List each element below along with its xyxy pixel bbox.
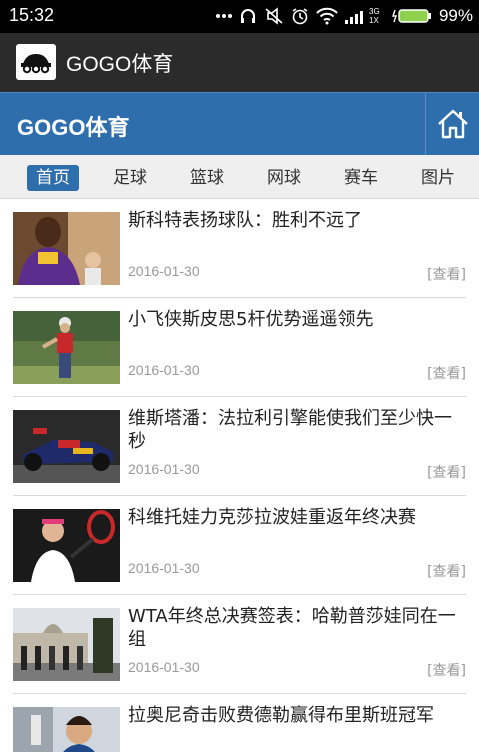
mute-icon	[264, 4, 284, 28]
tab-pictures[interactable]: 图片	[412, 165, 464, 191]
wifi-icon	[316, 4, 338, 28]
view-link[interactable]: [查看]	[427, 462, 466, 482]
signal-icon: 3G 1X	[344, 4, 385, 28]
status-icons: 3G 1X 99%	[215, 4, 473, 28]
app-bar: GOGO体育	[0, 33, 479, 92]
news-thumbnail	[13, 212, 120, 285]
tab-tennis[interactable]: 网球	[258, 165, 310, 191]
news-thumbnail	[13, 608, 120, 681]
list-item[interactable]: 科维托娃力克莎拉波娃重返年终决赛 2016-01-30 [查看]	[13, 496, 466, 595]
app-logo-icon	[16, 44, 56, 80]
network-label: 3G	[369, 7, 380, 16]
news-date: 2016-01-30	[128, 362, 200, 378]
view-link[interactable]: [查看]	[427, 561, 466, 581]
battery-percent: 99%	[438, 6, 473, 25]
tab-racing[interactable]: 赛车	[335, 165, 387, 191]
news-title: WTA年终总决赛签表：哈勒普莎娃同在一组	[128, 606, 456, 650]
list-item[interactable]: 维斯塔潘：法拉利引擎能使我们至少快一秒 2016-01-30 [查看]	[13, 397, 466, 496]
tab-basketball[interactable]: 篮球	[181, 165, 233, 191]
news-thumbnail	[13, 410, 120, 483]
home-button[interactable]	[425, 93, 479, 155]
news-date: 2016-01-30	[128, 263, 200, 279]
news-title: 科维托娃力克莎拉波娃重返年终决赛	[128, 507, 416, 528]
tab-football[interactable]: 足球	[104, 165, 156, 191]
list-item[interactable]: 小飞侠斯皮思5杆优势遥遥领先 2016-01-30 [查看]	[13, 298, 466, 397]
list-item[interactable]: 拉奥尼奇击败费德勒赢得布里斯班冠军	[13, 694, 466, 752]
dots-icon	[215, 4, 232, 28]
category-tabs: 首页 足球 篮球 网球 赛车 图片	[0, 155, 479, 199]
news-date: 2016-01-30	[128, 659, 200, 675]
network-sub: 1X	[369, 16, 379, 25]
site-header: GOGO体育	[0, 92, 479, 155]
news-thumbnail	[13, 311, 120, 384]
news-thumbnail	[13, 707, 120, 752]
view-link[interactable]: [查看]	[427, 363, 466, 383]
news-title: 小飞侠斯皮思5杆优势遥遥领先	[128, 309, 374, 330]
news-date: 2016-01-30	[128, 461, 200, 477]
list-item[interactable]: WTA年终总决赛签表：哈勒普莎娃同在一组 2016-01-30 [查看]	[13, 595, 466, 694]
status-bar: 15:32 3G 1X 99%	[0, 0, 479, 33]
battery-icon	[391, 4, 432, 28]
status-time: 15:32	[9, 5, 55, 25]
news-title: 拉奥尼奇击败费德勒赢得布里斯班冠军	[128, 705, 434, 726]
tab-home[interactable]: 首页	[27, 165, 79, 191]
app-title: GOGO体育	[66, 53, 174, 76]
view-link[interactable]: [查看]	[427, 660, 466, 680]
alarm-icon	[291, 4, 309, 28]
header-title: GOGO体育	[17, 115, 130, 140]
home-icon	[437, 109, 468, 139]
news-title: 维斯塔潘：法拉利引擎能使我们至少快一秒	[128, 408, 452, 452]
news-title: 斯科特表扬球队：胜利不远了	[128, 210, 362, 231]
news-date: 2016-01-30	[128, 560, 200, 576]
list-item[interactable]: 斯科特表扬球队：胜利不远了 2016-01-30 [查看]	[13, 199, 466, 298]
headset-icon	[239, 4, 257, 28]
news-thumbnail	[13, 509, 120, 582]
view-link[interactable]: [查看]	[427, 264, 466, 284]
